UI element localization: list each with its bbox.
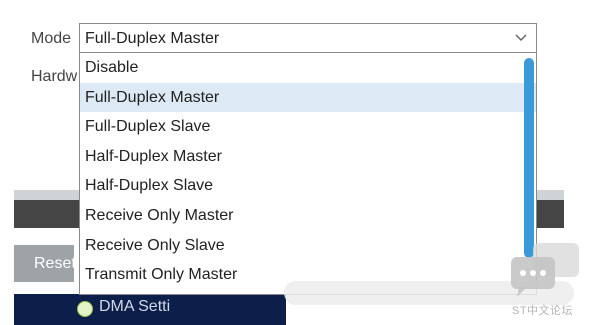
mode-dropdown-list: Disable Full-Duplex Master Full-Duplex S… [79,53,537,295]
watermark-text: ST中文论坛 [512,305,574,317]
dma-settings-label: DMA Setti [99,298,171,315]
reset-button-label: Reset [34,255,76,272]
chat-bubble-icon [511,243,579,297]
reset-button[interactable]: Reset [14,245,76,282]
option-receive-only-master[interactable]: Receive Only Master [80,201,536,231]
mode-select-value: Full-Duplex Master [85,30,220,47]
hardware-label: Hardw [31,68,78,85]
option-full-duplex-slave[interactable]: Full-Duplex Slave [80,112,536,142]
mode-select[interactable]: Full-Duplex Master [79,23,537,53]
option-full-duplex-master[interactable]: Full-Duplex Master [80,82,536,113]
dropdown-scrollbar[interactable] [524,58,534,258]
chevron-down-icon[interactable] [514,30,528,44]
option-half-duplex-slave[interactable]: Half-Duplex Slave [80,171,536,201]
mode-label: Mode [31,30,72,47]
option-receive-only-slave[interactable]: Receive Only Slave [80,231,536,261]
option-disable[interactable]: Disable [80,53,536,83]
option-half-duplex-master[interactable]: Half-Duplex Master [80,142,536,172]
status-dot-icon [77,301,93,317]
